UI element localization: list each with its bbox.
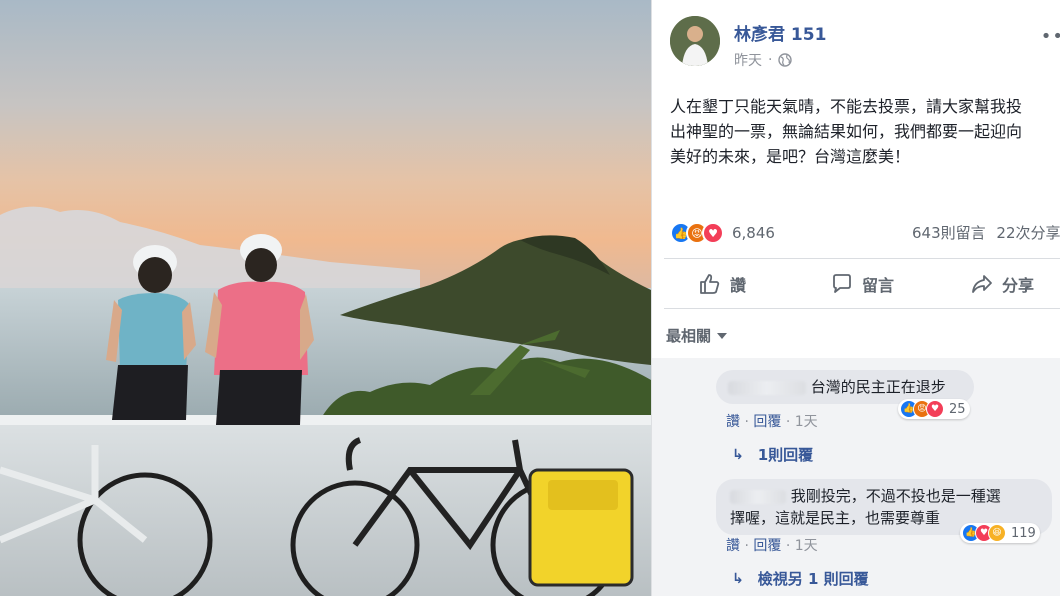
comments-count[interactable]: 643則留言 <box>912 224 986 242</box>
comment-actions: 讚 · 回覆 · 1天 <box>726 538 818 554</box>
comment-text: 台灣的民主正在退步 <box>810 378 946 396</box>
post-meta: 昨天 · <box>734 50 793 70</box>
comment-time[interactable]: 1天 <box>795 538 818 554</box>
comment-like-link[interactable]: 讚 <box>726 538 740 554</box>
share-icon <box>972 275 992 293</box>
post-text: 人在墾丁只能天氣晴，不能去投票，請大家幫我投 出神聖的一票，無論結果如何，我們都… <box>670 94 1060 169</box>
like-label: 讚 <box>729 276 746 295</box>
share-button[interactable]: 分享 <box>932 262 1060 306</box>
shares-count[interactable]: 22次分享 <box>996 224 1060 242</box>
reaction-icons: 👍 😡 ♥ <box>670 222 724 244</box>
comment-button[interactable]: 留言 <box>792 262 932 306</box>
reaction-count[interactable]: 6,846 <box>732 224 775 242</box>
comment-reactions[interactable]: 👍 ♥ 😆 119 <box>960 523 1040 543</box>
comment-reactions[interactable]: 👍 😡 ♥ 25 <box>898 399 970 419</box>
love-reaction-icon: ♥ <box>926 400 944 418</box>
divider <box>664 258 1060 259</box>
comment-label: 留言 <box>861 276 894 295</box>
comment-icon <box>833 274 851 293</box>
caret-down-icon <box>717 332 728 339</box>
comment-actions: 讚 · 回覆 · 1天 <box>726 414 818 430</box>
sort-label: 最相關 <box>666 327 712 345</box>
divider <box>664 308 1060 309</box>
thumbs-up-icon <box>700 274 720 294</box>
reply-arrow-icon: ↳ <box>732 446 744 463</box>
view-replies-label: 檢視另 1 則回覆 <box>757 570 869 588</box>
post-actions: 讚 留言 分享 <box>652 262 1060 306</box>
comment-reply-link[interactable]: 回覆 <box>753 538 781 554</box>
view-more-replies-link[interactable]: ↳ 檢視另 1 則回覆 <box>732 568 869 589</box>
commenter-name-blurred <box>728 380 806 395</box>
haha-reaction-icon: 😆 <box>988 524 1006 542</box>
like-button[interactable]: 讚 <box>652 262 792 306</box>
post-text-line: 美好的未來，是吧？台灣這麼美！ <box>670 147 911 166</box>
comment-time[interactable]: 1天 <box>795 414 818 430</box>
comment-like-link[interactable]: 讚 <box>726 414 740 430</box>
post-time[interactable]: 昨天 <box>734 50 762 70</box>
post-text-line: 出神聖的一票，無論結果如何，我們都要一起迎向 <box>670 122 1023 141</box>
post-photo[interactable] <box>0 0 651 596</box>
more-options-icon[interactable]: •• <box>1041 26 1060 47</box>
love-reaction-icon: ♥ <box>702 222 724 244</box>
reply-arrow-icon: ↳ <box>732 570 744 587</box>
view-replies-label: 1則回覆 <box>757 446 814 464</box>
author-avatar[interactable] <box>670 16 720 66</box>
comment-reaction-count: 119 <box>1011 525 1036 541</box>
post-stats: 643則留言 22次分享 <box>912 222 1060 243</box>
post-panel: 林彥君 151 昨天 · •• 人在墾丁只能天氣晴，不能去投票，請大家幫我投 出… <box>651 0 1060 596</box>
author-name[interactable]: 林彥君 151 <box>734 20 826 45</box>
commenter-name-blurred <box>730 489 786 504</box>
globe-icon <box>778 53 793 67</box>
comment-reply-link[interactable]: 回覆 <box>753 414 781 430</box>
view-replies-link[interactable]: ↳ 1則回覆 <box>732 444 813 465</box>
comment-sort-dropdown[interactable]: 最相關 <box>666 325 728 346</box>
post-text-line: 人在墾丁只能天氣晴，不能去投票，請大家幫我投 <box>670 97 1023 116</box>
share-label: 分享 <box>1001 276 1034 295</box>
comment-text-line: 我剛投完，不過不投也是一種選 <box>790 487 1001 505</box>
comment-reaction-count: 25 <box>949 401 966 417</box>
